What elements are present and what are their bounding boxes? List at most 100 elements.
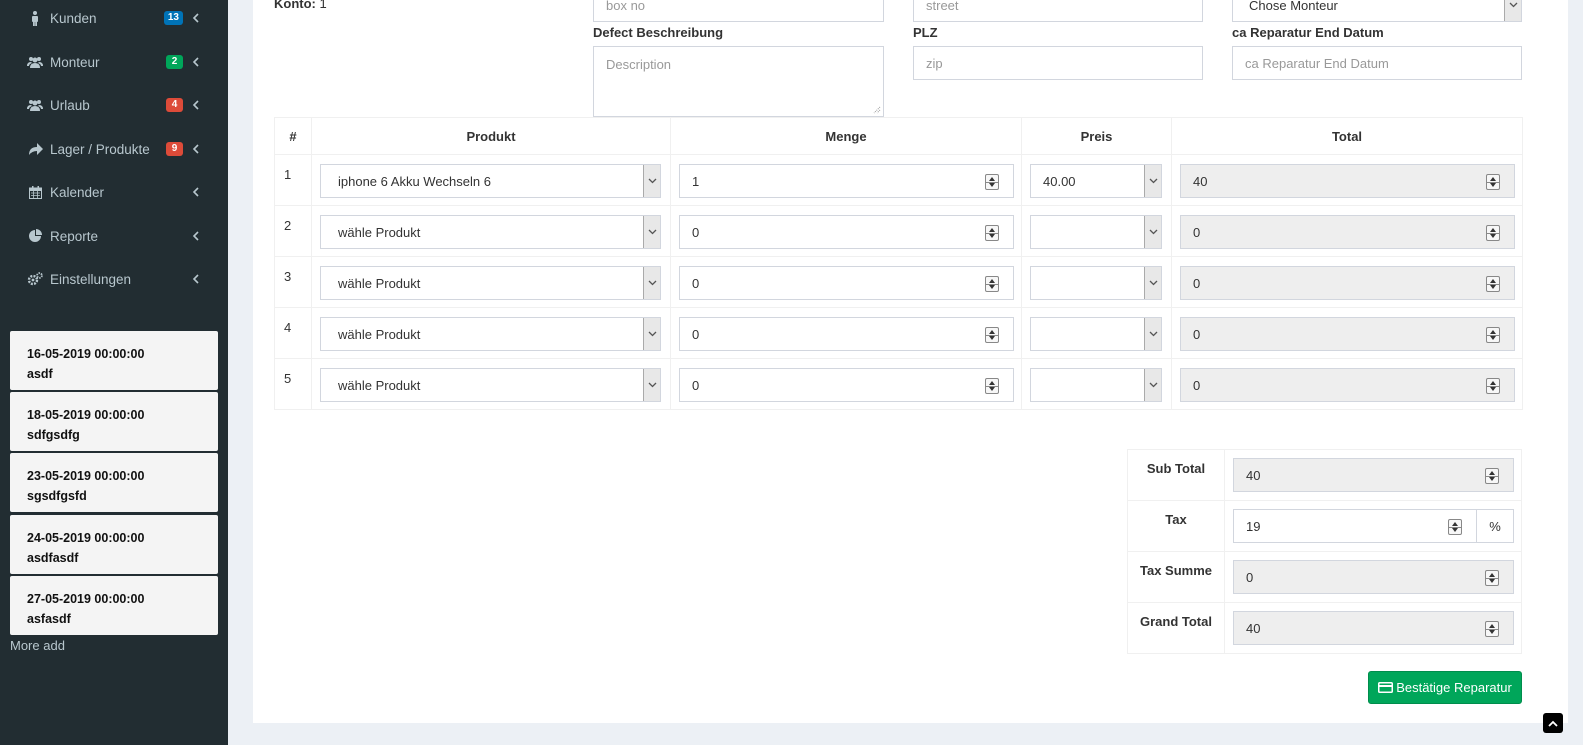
pie-chart-icon	[27, 228, 43, 244]
sidebar-item-kunden[interactable]: Kunden 13	[0, 0, 228, 38]
chevron-left-icon	[192, 144, 199, 154]
event-card[interactable]: 24-05-2019 00:00:00 asdfasdf	[10, 515, 218, 574]
product-table: # Produkt Menge Preis Total 1 iphone 6 A…	[274, 117, 1523, 410]
end-date-label: ca Reparatur End Datum	[1232, 25, 1384, 40]
row-total-field: 0	[1180, 317, 1515, 351]
event-date: 27-05-2019 00:00:00	[27, 592, 145, 606]
price-select[interactable]	[1030, 368, 1162, 402]
sidebar-item-label: Lager / Produkte	[50, 141, 150, 157]
spinner-icon[interactable]	[985, 225, 999, 241]
resize-handle-icon[interactable]	[873, 106, 881, 114]
share-icon	[27, 141, 43, 157]
chevron-left-icon	[192, 231, 199, 241]
end-date-input[interactable]: ca Reparatur End Datum	[1232, 46, 1522, 80]
table-row: 2 wähle Produkt 0 0	[274, 205, 1523, 257]
subtotal-label: Sub Total	[1127, 449, 1225, 501]
quantity-stepper[interactable]: 1	[679, 164, 1014, 198]
column-header: Total	[1171, 117, 1523, 155]
sidebar-item-reporte[interactable]: Reporte	[0, 216, 228, 256]
price-select[interactable]	[1030, 317, 1162, 351]
chevron-left-icon	[192, 13, 199, 23]
tax-label: Tax	[1127, 500, 1225, 552]
street-input[interactable]: street	[913, 0, 1203, 22]
footer-strip	[228, 723, 1583, 745]
event-title: asdfasdf	[27, 551, 79, 565]
chevron-down-icon	[1144, 165, 1161, 197]
event-card[interactable]: 27-05-2019 00:00:00 asfasdf	[10, 576, 218, 635]
row-number: 2	[284, 218, 292, 233]
sidebar-item-lager-produkte[interactable]: Lager / Produkte 9	[0, 129, 228, 169]
table-row: 1 iphone 6 Akku Wechseln 6 1 40.00 40	[274, 154, 1523, 206]
row-total-field: 0	[1180, 215, 1515, 249]
column-header: Menge	[670, 117, 1022, 155]
monteur-select[interactable]: Chose Monteur	[1232, 0, 1522, 22]
count-badge: 13	[163, 11, 183, 25]
spinner-icon	[1486, 225, 1500, 241]
event-title: sdfgsdfg	[27, 428, 80, 442]
subtotal-field: 40	[1233, 458, 1514, 492]
product-select[interactable]: wähle Produkt	[320, 215, 661, 249]
credit-card-icon	[1378, 682, 1394, 693]
count-badge: 4	[166, 98, 183, 112]
chevron-down-icon	[1504, 0, 1521, 21]
konto-label: Konto:	[274, 0, 316, 11]
spinner-icon[interactable]	[1448, 519, 1462, 535]
sidebar-item-kalender[interactable]: Kalender	[0, 172, 228, 212]
chevron-down-icon	[1144, 267, 1161, 299]
chevron-left-icon	[192, 57, 199, 67]
chevron-left-icon	[192, 100, 199, 110]
column-header: Preis	[1021, 117, 1172, 155]
spinner-icon[interactable]	[985, 276, 999, 292]
product-select[interactable]: wähle Produkt	[320, 317, 661, 351]
spinner-icon[interactable]	[985, 327, 999, 343]
quantity-stepper[interactable]: 0	[679, 215, 1014, 249]
sidebar-item-label: Kunden	[50, 10, 97, 26]
table-row: 3 wähle Produkt 0 0	[274, 256, 1523, 308]
plz-input[interactable]: zip	[913, 46, 1203, 80]
event-date: 18-05-2019 00:00:00	[27, 408, 145, 422]
sidebar-item-monteur[interactable]: Monteur 2	[0, 42, 228, 82]
product-select[interactable]: iphone 6 Akku Wechseln 6	[320, 164, 661, 198]
confirm-repair-button[interactable]: Bestätige Reparatur	[1368, 671, 1522, 704]
chevron-down-icon	[643, 216, 660, 248]
chevron-down-icon	[643, 318, 660, 350]
quantity-stepper[interactable]: 0	[679, 266, 1014, 300]
product-select[interactable]: wähle Produkt	[320, 266, 661, 300]
defect-textarea[interactable]: Description	[593, 46, 884, 117]
spinner-icon	[1485, 621, 1499, 637]
scroll-top-button[interactable]	[1543, 713, 1563, 733]
count-badge: 9	[166, 142, 183, 156]
row-number: 1	[284, 167, 292, 182]
plz-label: PLZ	[913, 25, 938, 40]
spinner-icon[interactable]	[985, 378, 999, 394]
sidebar: Kunden 13 Monteur 2 Urlaub 4 Lager / Pro…	[0, 0, 228, 745]
quantity-stepper[interactable]: 0	[679, 317, 1014, 351]
product-select[interactable]: wähle Produkt	[320, 368, 661, 402]
chevron-left-icon	[192, 274, 199, 284]
quantity-stepper[interactable]: 0	[679, 368, 1014, 402]
subtotal-row: Sub Total 40	[1127, 449, 1522, 501]
sidebar-item-label: Monteur	[50, 54, 100, 70]
price-select[interactable]: 40.00	[1030, 164, 1162, 198]
tax-sum-field: 0	[1233, 560, 1514, 594]
box-no-input[interactable]: box no	[593, 0, 884, 22]
sidebar-item-label: Einstellungen	[50, 271, 132, 287]
chevron-left-icon	[192, 187, 199, 197]
row-number: 4	[284, 320, 292, 335]
chevron-down-icon	[643, 165, 660, 197]
event-card[interactable]: 16-05-2019 00:00:00 asdf	[10, 331, 218, 390]
sidebar-item-urlaub[interactable]: Urlaub 4	[0, 85, 228, 125]
price-select[interactable]	[1030, 215, 1162, 249]
table-row: 4 wähle Produkt 0 0	[274, 307, 1523, 359]
more-add-link[interactable]: More add	[10, 638, 65, 653]
event-card[interactable]: 18-05-2019 00:00:00 sdfgsdfg	[10, 392, 218, 451]
chevron-down-icon	[1144, 318, 1161, 350]
sidebar-item-einstellungen[interactable]: Einstellungen	[0, 259, 228, 299]
tax-input[interactable]: 19	[1233, 509, 1477, 543]
tax-row: Tax 19 %	[1127, 500, 1522, 552]
konto-value: 1	[319, 0, 327, 11]
event-card[interactable]: 23-05-2019 00:00:00 sgsdfgsfd	[10, 453, 218, 512]
chevron-down-icon	[1144, 216, 1161, 248]
price-select[interactable]	[1030, 266, 1162, 300]
spinner-icon[interactable]	[985, 174, 999, 190]
